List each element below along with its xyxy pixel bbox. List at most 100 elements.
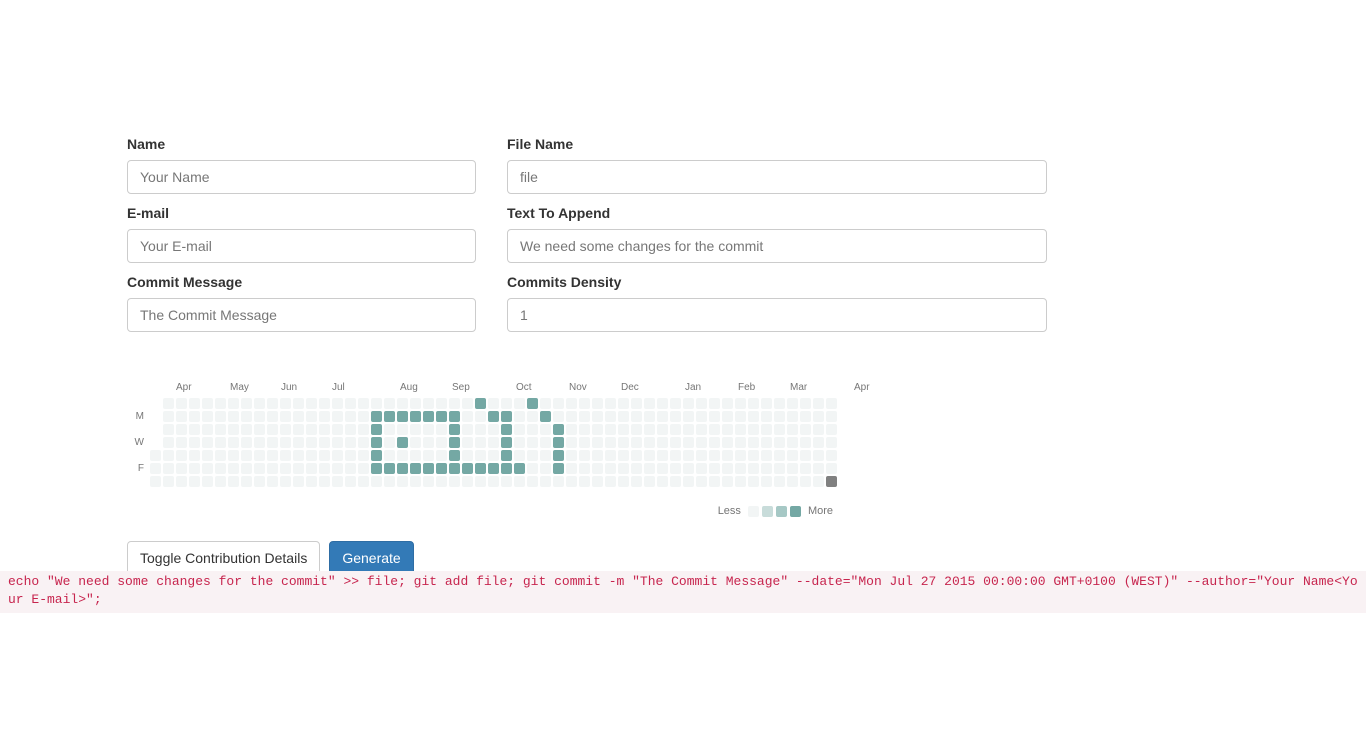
calendar-day-cell[interactable]: [735, 411, 746, 422]
calendar-day-cell[interactable]: [384, 424, 395, 435]
calendar-day-cell[interactable]: [618, 424, 629, 435]
calendar-day-cell[interactable]: [462, 398, 473, 409]
calendar-day-cell[interactable]: [332, 463, 343, 474]
calendar-day-cell[interactable]: [345, 450, 356, 461]
calendar-day-cell[interactable]: [813, 463, 824, 474]
calendar-day-cell[interactable]: [436, 437, 447, 448]
calendar-day-cell[interactable]: [488, 463, 499, 474]
calendar-day-cell[interactable]: [371, 450, 382, 461]
calendar-day-cell[interactable]: [709, 424, 720, 435]
calendar-day-cell[interactable]: [553, 411, 564, 422]
calendar-grid[interactable]: [150, 398, 837, 489]
calendar-day-cell[interactable]: [696, 463, 707, 474]
calendar-day-cell[interactable]: [592, 398, 603, 409]
calendar-day-cell[interactable]: [813, 398, 824, 409]
calendar-day-cell[interactable]: [605, 437, 616, 448]
calendar-day-cell[interactable]: [670, 437, 681, 448]
calendar-day-cell[interactable]: [254, 463, 265, 474]
calendar-day-cell[interactable]: [683, 476, 694, 487]
calendar-day-cell[interactable]: [696, 476, 707, 487]
calendar-day-cell[interactable]: [241, 450, 252, 461]
calendar-day-cell[interactable]: [800, 463, 811, 474]
calendar-day-cell[interactable]: [579, 411, 590, 422]
calendar-day-cell[interactable]: [826, 463, 837, 474]
calendar-day-cell[interactable]: [241, 424, 252, 435]
calendar-day-cell[interactable]: [280, 411, 291, 422]
calendar-day-cell[interactable]: [774, 437, 785, 448]
calendar-day-cell[interactable]: [527, 476, 538, 487]
calendar-day-cell[interactable]: [631, 398, 642, 409]
calendar-day-cell[interactable]: [267, 398, 278, 409]
calendar-day-cell[interactable]: [540, 450, 551, 461]
calendar-day-cell[interactable]: [150, 450, 161, 461]
calendar-day-cell[interactable]: [787, 424, 798, 435]
calendar-day-cell[interactable]: [735, 437, 746, 448]
calendar-day-cell[interactable]: [579, 398, 590, 409]
calendar-day-cell[interactable]: [202, 424, 213, 435]
calendar-day-cell[interactable]: [306, 450, 317, 461]
calendar-day-cell[interactable]: [332, 411, 343, 422]
calendar-day-cell[interactable]: [618, 463, 629, 474]
calendar-day-cell[interactable]: [306, 411, 317, 422]
calendar-day-cell[interactable]: [644, 450, 655, 461]
calendar-day-cell[interactable]: [475, 424, 486, 435]
calendar-day-cell[interactable]: [657, 476, 668, 487]
calendar-day-cell[interactable]: [774, 476, 785, 487]
calendar-day-cell[interactable]: [449, 437, 460, 448]
calendar-day-cell[interactable]: [514, 476, 525, 487]
calendar-day-cell[interactable]: [605, 411, 616, 422]
calendar-day-cell[interactable]: [540, 411, 551, 422]
calendar-day-cell[interactable]: [540, 424, 551, 435]
commits-density-input[interactable]: [507, 298, 1047, 332]
calendar-day-cell[interactable]: [787, 398, 798, 409]
calendar-day-cell[interactable]: [306, 476, 317, 487]
calendar-day-cell[interactable]: [670, 411, 681, 422]
calendar-day-cell[interactable]: [670, 463, 681, 474]
calendar-day-cell[interactable]: [787, 463, 798, 474]
calendar-day-cell[interactable]: [449, 411, 460, 422]
calendar-day-cell[interactable]: [345, 411, 356, 422]
calendar-day-cell[interactable]: [488, 411, 499, 422]
calendar-day-cell[interactable]: [397, 476, 408, 487]
calendar-day-cell[interactable]: [358, 411, 369, 422]
calendar-day-cell[interactable]: [644, 411, 655, 422]
calendar-day-cell[interactable]: [163, 450, 174, 461]
calendar-day-cell[interactable]: [371, 424, 382, 435]
calendar-day-cell[interactable]: [696, 450, 707, 461]
calendar-day-cell[interactable]: [449, 463, 460, 474]
calendar-day-cell[interactable]: [215, 398, 226, 409]
calendar-day-cell[interactable]: [332, 476, 343, 487]
calendar-day-cell[interactable]: [397, 437, 408, 448]
calendar-day-cell[interactable]: [748, 398, 759, 409]
calendar-day-cell[interactable]: [488, 424, 499, 435]
calendar-day-cell[interactable]: [735, 424, 746, 435]
name-input[interactable]: [127, 160, 476, 194]
calendar-day-cell[interactable]: [423, 463, 434, 474]
calendar-day-cell[interactable]: [735, 398, 746, 409]
calendar-day-cell[interactable]: [761, 463, 772, 474]
calendar-day-cell[interactable]: [605, 476, 616, 487]
calendar-day-cell[interactable]: [345, 424, 356, 435]
calendar-day-cell[interactable]: [644, 424, 655, 435]
calendar-day-cell[interactable]: [800, 424, 811, 435]
calendar-day-cell[interactable]: [735, 476, 746, 487]
calendar-day-cell[interactable]: [748, 450, 759, 461]
calendar-day-cell[interactable]: [150, 476, 161, 487]
calendar-day-cell[interactable]: [826, 411, 837, 422]
calendar-day-cell[interactable]: [176, 450, 187, 461]
calendar-day-cell[interactable]: [527, 437, 538, 448]
calendar-day-cell[interactable]: [592, 437, 603, 448]
calendar-day-cell[interactable]: [423, 450, 434, 461]
calendar-day-cell[interactable]: [462, 476, 473, 487]
calendar-day-cell[interactable]: [683, 437, 694, 448]
calendar-day-cell[interactable]: [696, 398, 707, 409]
file-name-input[interactable]: [507, 160, 1047, 194]
calendar-day-cell[interactable]: [358, 437, 369, 448]
calendar-day-cell[interactable]: [579, 476, 590, 487]
calendar-day-cell[interactable]: [774, 463, 785, 474]
calendar-day-cell[interactable]: [449, 450, 460, 461]
calendar-day-cell[interactable]: [735, 450, 746, 461]
calendar-day-cell[interactable]: [163, 463, 174, 474]
calendar-day-cell[interactable]: [410, 424, 421, 435]
calendar-day-cell[interactable]: [501, 476, 512, 487]
